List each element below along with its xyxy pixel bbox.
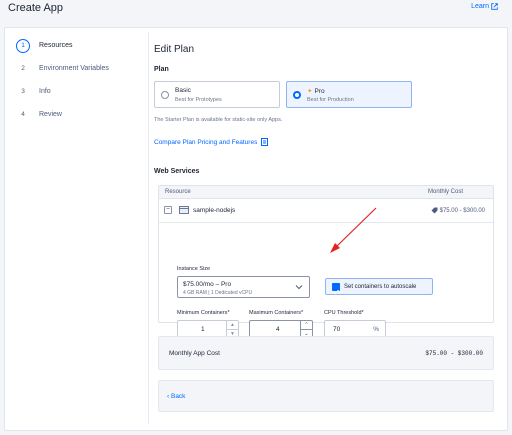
cpu-threshold-label-row: CPU Threshold* xyxy=(324,310,364,316)
col-resource: Resource xyxy=(165,189,191,195)
learn-label: Learn xyxy=(471,3,489,10)
tag-icon xyxy=(431,207,438,214)
step-environment-variables[interactable]: 2 Environment Variables xyxy=(11,57,143,80)
max-containers-value: 4 xyxy=(276,326,280,333)
plan-pro-name-row: ✦ Pro xyxy=(307,87,325,95)
service-cost-value: $75.00 - $300.00 xyxy=(439,207,485,214)
plan-pro-sub: Best for Production xyxy=(307,97,354,103)
plan-option-basic[interactable]: Basic Best for Prototypes xyxy=(154,81,280,108)
step-label: Environment Variables xyxy=(39,65,109,72)
percent-unit: % xyxy=(373,326,379,333)
step-resources[interactable]: 1 Resources xyxy=(11,34,143,57)
required-mark: * xyxy=(361,310,364,316)
plan-heading: Plan xyxy=(154,66,169,73)
back-label: Back xyxy=(170,393,186,400)
min-containers-label: Minimum Containers xyxy=(177,310,228,316)
checkmark-icon xyxy=(333,289,339,295)
learn-link[interactable]: Learn xyxy=(471,3,498,10)
service-cost: $75.00 - $300.00 xyxy=(431,207,485,214)
vertical-divider xyxy=(148,32,149,424)
compare-plan-label: Compare Plan Pricing and Features xyxy=(154,138,258,146)
step-label: Resources xyxy=(39,42,73,49)
chevron-up-icon[interactable]: ⌃ xyxy=(301,321,312,330)
chevron-down-icon xyxy=(295,285,303,290)
max-containers-label-row: Maximum Containers* xyxy=(249,310,303,316)
stepper: 1 Resources 2 Environment Variables 3 In… xyxy=(11,34,143,126)
min-containers-value: 1 xyxy=(201,326,205,333)
web-services-table: Resource Monthly Cost − sample-nodejs $7… xyxy=(158,185,494,339)
instance-size-select[interactable]: $75.00/mo – Pro 4 GB RAM | 1 Dedicated v… xyxy=(177,276,310,298)
cpu-threshold-value: 70 xyxy=(333,326,341,333)
document-icon xyxy=(261,138,269,146)
radio-basic[interactable] xyxy=(161,91,169,99)
external-link-icon xyxy=(491,3,498,10)
web-service-icon xyxy=(179,206,189,214)
step-review[interactable]: 4 Review xyxy=(11,103,143,126)
starter-plan-note: The Starter Plan is available for static… xyxy=(154,117,283,123)
max-containers-label: Maximum Containers xyxy=(249,310,301,316)
autoscale-toggle[interactable]: Set containers to autoscale xyxy=(325,278,433,295)
autoscale-checkbox[interactable] xyxy=(332,283,340,295)
compare-plan-link[interactable]: Compare Plan Pricing and Features xyxy=(154,138,269,146)
step-number: 3 xyxy=(21,88,25,95)
radio-pro[interactable] xyxy=(293,91,301,99)
cpu-threshold-label: CPU Threshold xyxy=(324,310,362,316)
step-number: 4 xyxy=(21,111,25,118)
plan-pro-name: Pro xyxy=(314,88,325,95)
table-header: Resource Monthly Cost xyxy=(159,186,493,199)
sparkle-icon: ✦ xyxy=(307,88,313,95)
required-mark: * xyxy=(300,310,304,316)
back-button[interactable]: ‹ Back xyxy=(167,393,185,400)
step-label: Review xyxy=(39,111,62,118)
chevron-left-icon: ‹ xyxy=(167,393,170,400)
instance-size-value: $75.00/mo – Pro xyxy=(183,281,232,288)
web-services-heading: Web Services xyxy=(154,168,200,175)
edit-plan-title: Edit Plan xyxy=(154,44,195,55)
monthly-cost-value: $75.00 - $300.00 xyxy=(425,350,483,357)
service-row[interactable]: − sample-nodejs $75.00 - $300.00 xyxy=(159,199,493,223)
instance-size-label: Instance Size xyxy=(177,266,211,272)
step-number: 2 xyxy=(21,65,25,72)
monthly-cost-label: Monthly App Cost xyxy=(169,350,220,357)
back-bar: ‹ Back xyxy=(158,380,494,412)
create-app-card: 1 Resources 2 Environment Variables 3 In… xyxy=(4,27,508,431)
monthly-cost-summary: Monthly App Cost $75.00 - $300.00 xyxy=(158,336,494,370)
required-mark: * xyxy=(227,310,230,316)
instance-size-sub: 4 GB RAM | 1 Dedicated vCPU xyxy=(183,290,253,296)
page-title: Create App xyxy=(8,2,64,14)
plan-option-pro[interactable]: ✦ Pro Best for Production xyxy=(286,81,412,108)
collapse-icon[interactable]: − xyxy=(164,206,172,214)
step-number: 1 xyxy=(16,38,30,53)
min-containers-label-row: Minimum Containers* xyxy=(177,310,230,316)
col-monthly-cost: Monthly Cost xyxy=(427,189,463,195)
plan-basic-sub: Best for Prototypes xyxy=(175,97,222,103)
plan-basic-name: Basic xyxy=(175,87,191,94)
service-name: sample-nodejs xyxy=(193,207,236,214)
increment-icon[interactable]: ▲ xyxy=(227,321,238,330)
autoscale-label: Set containers to autoscale xyxy=(344,284,417,290)
step-info[interactable]: 3 Info xyxy=(11,80,143,103)
step-label: Info xyxy=(39,88,51,95)
